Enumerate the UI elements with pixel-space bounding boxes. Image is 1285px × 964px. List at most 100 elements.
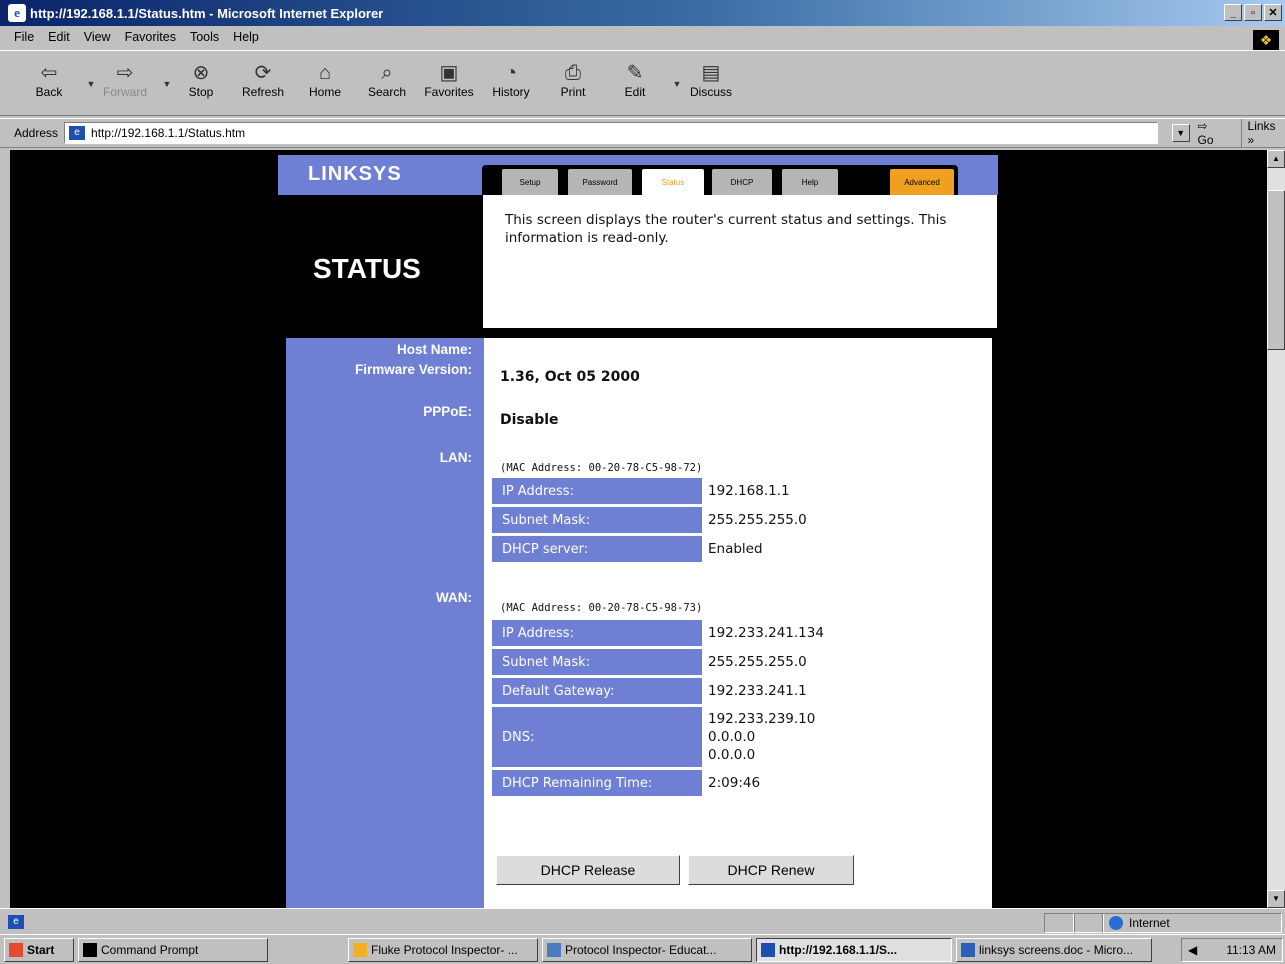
links-button[interactable]: Links » bbox=[1240, 119, 1285, 147]
menu-favorites[interactable]: Favorites bbox=[125, 30, 176, 44]
wan-remaining-row: DHCP Remaining Time: 2:09:46 bbox=[492, 770, 760, 796]
menu-edit[interactable]: Edit bbox=[48, 30, 70, 44]
wan-dns-row: DNS: 192.233.239.10 0.0.0.0 0.0.0.0 bbox=[492, 707, 815, 767]
task-word-doc[interactable]: linksys screens.doc - Micro... bbox=[956, 937, 1152, 962]
pppoe-label: PPPoE: bbox=[423, 404, 472, 419]
go-button[interactable]: ⇨ Go bbox=[1198, 119, 1227, 147]
description-box: This screen displays the router's curren… bbox=[483, 195, 1000, 328]
status-panel: Host Name: Firmware Version: PPPoE: LAN:… bbox=[278, 330, 998, 908]
back-dropdown-icon[interactable]: ▼ bbox=[84, 61, 98, 89]
back-arrow-icon: ⇦ bbox=[40, 62, 58, 84]
menu-tools[interactable]: Tools bbox=[190, 30, 219, 44]
page-status-icon: e bbox=[8, 914, 24, 929]
system-tray: ◀ 11:13 AM bbox=[1181, 938, 1283, 962]
title-box: STATUS bbox=[278, 195, 483, 330]
print-button[interactable]: ⎙ Print bbox=[546, 61, 600, 99]
scroll-down-icon[interactable]: ▼ bbox=[1267, 890, 1285, 908]
speaker-icon[interactable]: ◀ bbox=[1188, 943, 1197, 957]
discuss-icon: ▤ bbox=[701, 62, 721, 84]
tab-dhcp[interactable]: DHCP bbox=[712, 169, 772, 197]
address-dropdown-icon[interactable]: ▼ bbox=[1171, 124, 1190, 142]
favorites-button[interactable]: ▣ Favorites bbox=[422, 61, 476, 99]
tab-password[interactable]: Password bbox=[568, 169, 632, 197]
fluke-app-icon bbox=[353, 942, 367, 957]
wan-dns-3: 0.0.0.0 bbox=[708, 747, 756, 763]
forward-button[interactable]: ⇨ Forward bbox=[98, 61, 152, 99]
back-button[interactable]: ⇦ Back bbox=[22, 61, 76, 99]
browser-content: LINKSYS Setup Password Status DHCP Help … bbox=[10, 150, 1267, 908]
refresh-icon: ⟳ bbox=[254, 62, 272, 84]
menu-file[interactable]: File bbox=[14, 30, 34, 44]
home-button[interactable]: ⌂ Home bbox=[298, 61, 352, 99]
home-icon: ⌂ bbox=[318, 62, 332, 84]
forward-arrow-icon: ⇨ bbox=[116, 62, 134, 84]
close-button[interactable]: ✕ bbox=[1264, 4, 1282, 21]
clock: 11:13 AM bbox=[1226, 943, 1276, 957]
task-protocol-inspector[interactable]: Protocol Inspector- Educat... bbox=[542, 937, 752, 962]
scroll-thumb[interactable] bbox=[1267, 190, 1285, 350]
ie-icon: e bbox=[8, 4, 26, 22]
address-input[interactable]: e http://192.168.1.1/Status.htm bbox=[64, 122, 1158, 144]
address-url: http://192.168.1.1/Status.htm bbox=[91, 126, 246, 140]
scroll-up-icon[interactable]: ▲ bbox=[1267, 150, 1285, 168]
tab-help[interactable]: Help bbox=[782, 169, 838, 197]
protocol-inspector-icon bbox=[547, 942, 561, 957]
wan-gateway-row: Default Gateway: 192.233.241.1 bbox=[492, 678, 807, 704]
minimize-button[interactable]: _ bbox=[1224, 4, 1242, 21]
wan-gateway-value: 192.233.241.1 bbox=[708, 683, 807, 699]
edit-button[interactable]: ✎ Edit bbox=[608, 61, 662, 99]
maximize-button[interactable]: ▫ bbox=[1244, 4, 1262, 21]
vertical-scrollbar[interactable]: ▲ ▼ bbox=[1267, 150, 1285, 908]
linksys-header: LINKSYS Setup Password Status DHCP Help … bbox=[278, 155, 998, 203]
history-button[interactable]: ◔ History bbox=[484, 61, 538, 99]
command-prompt-icon bbox=[83, 942, 97, 957]
task-ie-status[interactable]: http://192.168.1.1/S... bbox=[756, 937, 952, 962]
wan-dns-values: 192.233.239.10 0.0.0.0 0.0.0.0 bbox=[702, 707, 815, 767]
windows-logo-icon bbox=[9, 942, 23, 957]
task-fluke[interactable]: Fluke Protocol Inspector- ... bbox=[348, 937, 538, 962]
wan-remaining-value: 2:09:46 bbox=[708, 775, 761, 791]
task-command-prompt[interactable]: Command Prompt bbox=[78, 937, 268, 962]
lan-subnet-value: 255.255.255.0 bbox=[708, 512, 807, 528]
wan-ip-value: 192.233.241.134 bbox=[708, 625, 824, 641]
lan-label: LAN: bbox=[439, 450, 472, 465]
menu-bar: File Edit View Favorites Tools Help bbox=[0, 26, 1285, 48]
dhcp-renew-button[interactable]: DHCP Renew bbox=[688, 855, 854, 885]
menu-help[interactable]: Help bbox=[233, 30, 259, 44]
page-icon: e bbox=[69, 126, 86, 140]
refresh-button[interactable]: ⟳ Refresh bbox=[236, 61, 290, 99]
window-title-bar: e http://192.168.1.1/Status.htm - Micros… bbox=[0, 0, 1285, 26]
history-icon: ◔ bbox=[504, 62, 518, 84]
firmware-label: Firmware Version: bbox=[354, 362, 472, 377]
wan-subnet-row: Subnet Mask: 255.255.255.0 bbox=[492, 649, 807, 675]
search-button[interactable]: ⌕ Search bbox=[360, 61, 414, 99]
wan-ip-row: IP Address: 192.233.241.134 bbox=[492, 620, 824, 646]
dhcp-release-button[interactable]: DHCP Release bbox=[496, 855, 680, 885]
windows-logo-icon: ❖ bbox=[1253, 30, 1279, 50]
menu-view[interactable]: View bbox=[84, 30, 111, 44]
security-zone: Internet bbox=[1102, 913, 1282, 933]
lan-dhcp-row: DHCP server: Enabled bbox=[492, 536, 763, 562]
edit-icon: ✎ bbox=[626, 62, 644, 84]
host-name-label: Host Name: bbox=[396, 342, 472, 357]
stop-icon: ⊗ bbox=[192, 62, 210, 84]
start-button[interactable]: Start bbox=[4, 937, 74, 962]
status-bar: e Internet bbox=[0, 908, 1285, 934]
lan-ip-value: 192.168.1.1 bbox=[708, 483, 790, 499]
tab-setup[interactable]: Setup bbox=[502, 169, 558, 197]
edit-dropdown-icon[interactable]: ▼ bbox=[670, 61, 684, 89]
status-cell bbox=[1074, 913, 1104, 933]
discuss-button[interactable]: ▤ Discuss bbox=[684, 61, 738, 99]
page-title: STATUS bbox=[313, 253, 421, 284]
tab-advanced[interactable]: Advanced bbox=[890, 169, 954, 197]
internet-globe-icon bbox=[1109, 916, 1123, 930]
stop-button[interactable]: ⊗ Stop bbox=[174, 61, 228, 99]
linksys-logo: LINKSYS bbox=[308, 163, 402, 185]
wan-subnet-value: 255.255.255.0 bbox=[708, 654, 807, 670]
word-doc-icon bbox=[961, 942, 975, 957]
ie-icon bbox=[761, 942, 775, 957]
forward-dropdown-icon[interactable]: ▼ bbox=[160, 61, 174, 89]
lan-subnet-row: Subnet Mask: 255.255.255.0 bbox=[492, 507, 807, 533]
address-label: Address bbox=[14, 126, 59, 140]
printer-icon: ⎙ bbox=[565, 62, 581, 84]
